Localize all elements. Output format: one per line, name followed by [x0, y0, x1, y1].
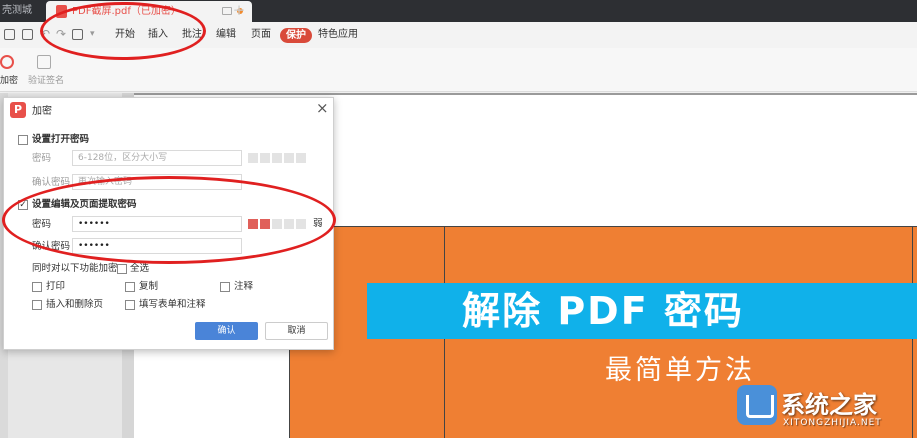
- menu-edit[interactable]: 编辑: [216, 22, 236, 48]
- select-all-label: 全选: [130, 263, 150, 274]
- insert-delete-permission-checkbox[interactable]: [32, 300, 42, 310]
- open-password-input[interactable]: 6-128位，区分大小写: [72, 150, 242, 166]
- strength-segment: [248, 153, 258, 163]
- open-password-label: 设置打开密码: [32, 134, 90, 145]
- annotation-ellipse-dialog: [2, 176, 336, 264]
- banner-title: 解除 PDF 密码: [462, 289, 744, 333]
- lock-icon[interactable]: [0, 55, 14, 69]
- fill-form-permission-checkbox[interactable]: [125, 300, 135, 310]
- open-password-checkbox[interactable]: [18, 135, 28, 145]
- close-icon[interactable]: ×: [316, 99, 329, 117]
- print-permission-label: 打印: [46, 281, 66, 292]
- annotation-ellipse-top: [40, 2, 206, 60]
- menu-page[interactable]: 页面: [251, 22, 271, 48]
- fill-form-permission-label: 填写表单和注释: [139, 299, 206, 310]
- annotate-permission-checkbox[interactable]: [220, 282, 230, 292]
- ok-button[interactable]: 确认: [195, 322, 258, 340]
- print-icon[interactable]: [22, 29, 33, 40]
- copy-permission-checkbox[interactable]: [125, 282, 135, 292]
- open-password-field-label: 密码: [32, 153, 52, 164]
- insert-delete-permission-label: 插入和删除页: [46, 299, 104, 310]
- menu-features[interactable]: 特色应用: [318, 22, 358, 48]
- strength-segment: [296, 153, 306, 163]
- watermark-brand-cn: 系统之家: [781, 391, 877, 419]
- new-tab-button[interactable]: +: [230, 0, 248, 22]
- verify-signature-button-label[interactable]: 验证签名: [28, 73, 64, 86]
- cancel-button[interactable]: 取消: [265, 322, 328, 340]
- dialog-title: 加密: [32, 106, 52, 117]
- strength-segment: [272, 153, 282, 163]
- permissions-heading: 同时对以下功能加密: [32, 263, 118, 274]
- strength-segment: [284, 153, 294, 163]
- select-all-checkbox[interactable]: [117, 264, 127, 274]
- encrypt-button-label[interactable]: 加密: [0, 73, 18, 86]
- copy-permission-label: 复制: [139, 281, 159, 292]
- watermark: 系统之家 XITONGZHIJIA.NET: [735, 381, 917, 438]
- save-icon[interactable]: [4, 29, 15, 40]
- verify-signature-icon[interactable]: [37, 55, 51, 69]
- menu-protect[interactable]: 保护: [280, 28, 312, 43]
- print-permission-checkbox[interactable]: [32, 282, 42, 292]
- watermark-logo-icon: [737, 385, 777, 425]
- tab-home[interactable]: 壳测城: [0, 0, 44, 22]
- app-logo-icon: P: [10, 102, 26, 118]
- strength-segment: [260, 153, 270, 163]
- annotate-permission-label: 注释: [234, 281, 254, 292]
- watermark-brand-en: XITONGZHIJIA.NET: [783, 418, 882, 428]
